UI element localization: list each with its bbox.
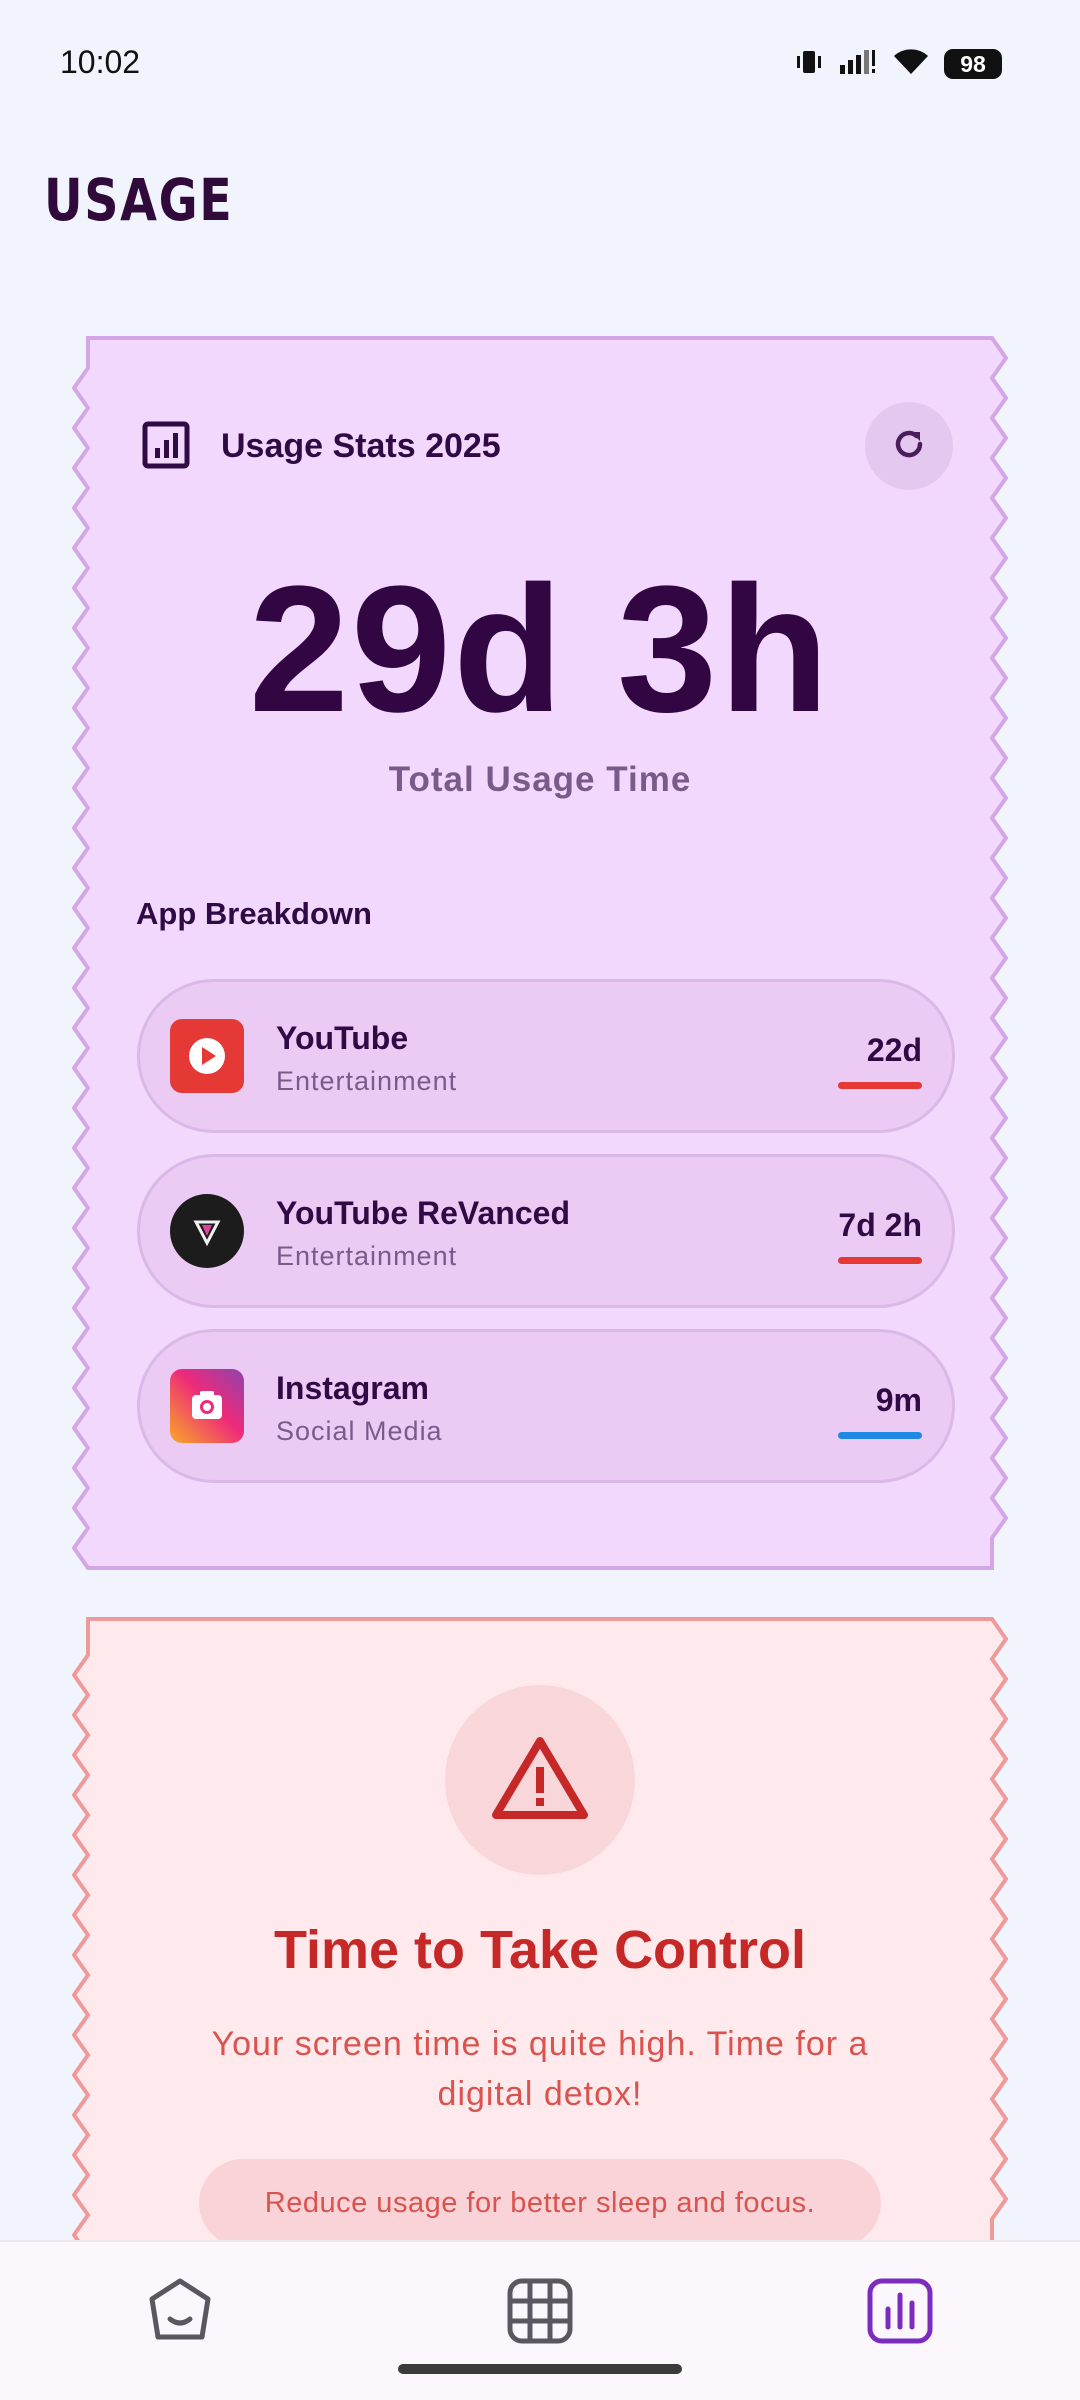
app-name: YouTube ReVanced: [276, 1195, 570, 1231]
app-row-youtube[interactable]: YouTube Entertainment 22d: [137, 979, 955, 1133]
total-usage-label: Total Usage Time: [388, 760, 692, 799]
status-time: 10:02: [60, 44, 141, 80]
app-category: Entertainment: [276, 1241, 458, 1271]
app-usage-time: 7d 2h: [838, 1207, 922, 1243]
app-usage-time: 22d: [866, 1032, 922, 1068]
warning-title: Time to Take Control: [273, 1920, 807, 1980]
usage-bar: [838, 1082, 922, 1089]
vibrate-icon: [794, 47, 824, 82]
app-name: Instagram: [276, 1370, 429, 1406]
warning-message: Your screen time is quite high. Time for…: [211, 2025, 869, 2113]
warning-tip: Reduce usage for better sleep and focus.: [199, 2159, 881, 2247]
app-category: Social Media: [276, 1416, 443, 1446]
youtube-icon: [170, 1019, 244, 1093]
revanced-icon: [170, 1194, 244, 1268]
refresh-button[interactable]: [865, 402, 953, 490]
app-name: YouTube: [276, 1020, 409, 1056]
home-indicator[interactable]: [398, 2364, 682, 2374]
nav-grid[interactable]: [495, 2268, 585, 2358]
bottom-nav: [0, 2240, 1080, 2400]
page-title: USAGE: [44, 166, 234, 234]
warning-card: Time to Take Control Your screen time is…: [72, 1617, 1008, 2257]
usage-stats-card: Usage Stats 2025 29d 3h Total Usage Time…: [72, 336, 1008, 1570]
warning-icon: [490, 1735, 590, 1826]
warning-icon-circle: [445, 1685, 635, 1875]
app-usage-time: 9m: [875, 1382, 922, 1418]
bar-chart-icon: [141, 420, 191, 470]
battery-icon: 98: [944, 49, 1002, 79]
usage-bar: [838, 1432, 922, 1439]
status-bar: 10:02 98: [0, 0, 1080, 130]
app-breakdown-title: App Breakdown: [136, 896, 372, 931]
stats-icon: [866, 2277, 934, 2350]
nav-home[interactable]: [135, 2268, 225, 2358]
wifi-icon: [892, 47, 930, 82]
home-icon: [144, 2275, 216, 2352]
card-title: Usage Stats 2025: [221, 427, 501, 465]
signal-icon: [838, 47, 878, 82]
total-usage-value: 29d 3h: [248, 549, 832, 750]
app-row-instagram[interactable]: Instagram Social Media 9m: [137, 1329, 955, 1483]
instagram-icon: [170, 1369, 244, 1443]
refresh-icon: [889, 424, 929, 469]
app-row-youtube-revanced[interactable]: YouTube ReVanced Entertainment 7d 2h: [137, 1154, 955, 1308]
usage-bar: [838, 1257, 922, 1264]
status-icons: 98: [794, 46, 1002, 82]
nav-stats[interactable]: [855, 2268, 945, 2358]
grid-icon: [506, 2277, 574, 2350]
app-category: Entertainment: [276, 1066, 458, 1096]
